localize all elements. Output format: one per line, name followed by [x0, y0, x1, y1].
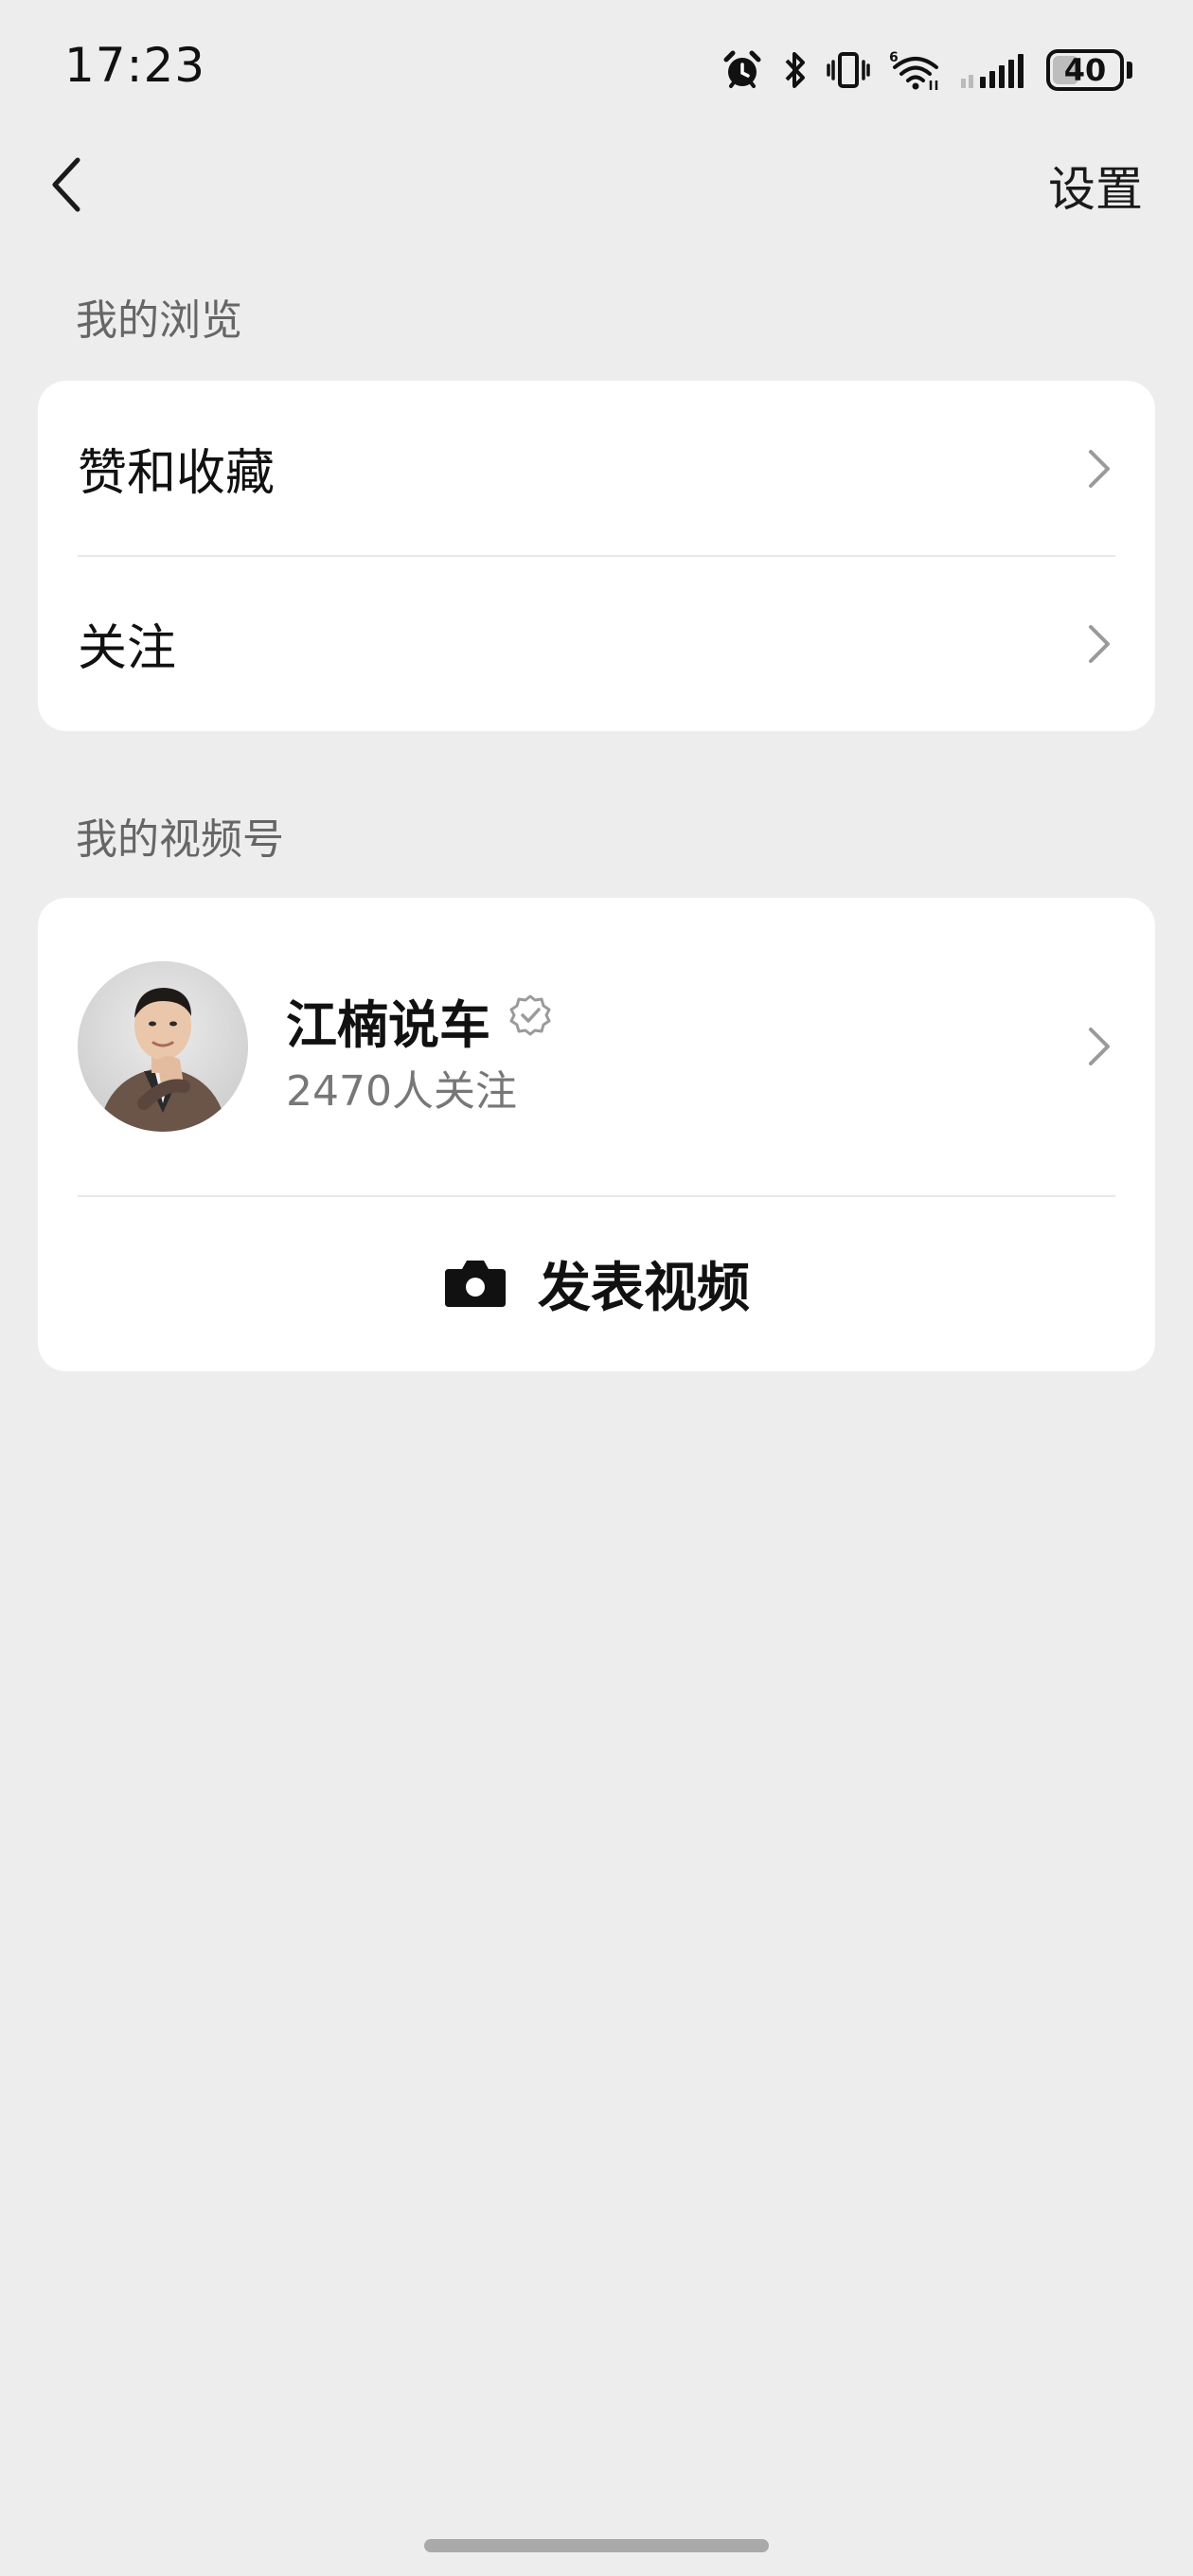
battery-nub [1127, 62, 1132, 79]
battery-level: 40 [1063, 52, 1107, 88]
post-video-button[interactable]: 发表视频 [38, 1196, 1155, 1371]
avatar [78, 961, 248, 1132]
wifi-icon: 6 [887, 48, 942, 92]
following-row[interactable]: 关注 [38, 556, 1155, 731]
channel-section-label: 我的视频号 [76, 815, 284, 864]
likes-favorites-label: 赞和收藏 [78, 445, 276, 502]
svg-text:6: 6 [889, 50, 899, 65]
browse-section-label: 我的浏览 [76, 296, 242, 345]
status-icons: 6 40 [721, 44, 1132, 97]
battery-icon: 40 [1046, 49, 1132, 91]
likes-favorites-row[interactable]: 赞和收藏 [38, 381, 1155, 556]
vibrate-icon [827, 48, 870, 92]
status-time: 17:23 [64, 38, 206, 93]
channel-name: 江楠说车 [286, 995, 490, 1055]
verified-badge-icon [507, 993, 553, 1038]
status-bar: 17:23 6 40 [0, 0, 1193, 142]
chevron-right-icon [1085, 621, 1113, 667]
post-video-label: 发表视频 [538, 1258, 750, 1319]
home-indicator[interactable] [424, 2539, 769, 2552]
follower-count: 2470人关注 [286, 1067, 517, 1116]
bluetooth-icon [781, 48, 810, 92]
signal-icon [959, 48, 1029, 92]
channel-profile-row[interactable]: 江楠说车 2470人关注 [38, 898, 1155, 1196]
back-button[interactable] [38, 147, 95, 223]
battery: 40 [1046, 49, 1124, 91]
chevron-left-icon [52, 157, 80, 212]
camera-icon [443, 1256, 507, 1313]
following-label: 关注 [78, 620, 177, 677]
channel-card: 江楠说车 2470人关注 发表视频 [38, 898, 1155, 1371]
chevron-right-icon [1085, 1024, 1113, 1069]
settings-button[interactable]: 设置 [1048, 152, 1143, 220]
chevron-right-icon [1085, 446, 1113, 492]
alarm-icon [721, 48, 764, 92]
browse-card: 赞和收藏 关注 [38, 381, 1155, 731]
